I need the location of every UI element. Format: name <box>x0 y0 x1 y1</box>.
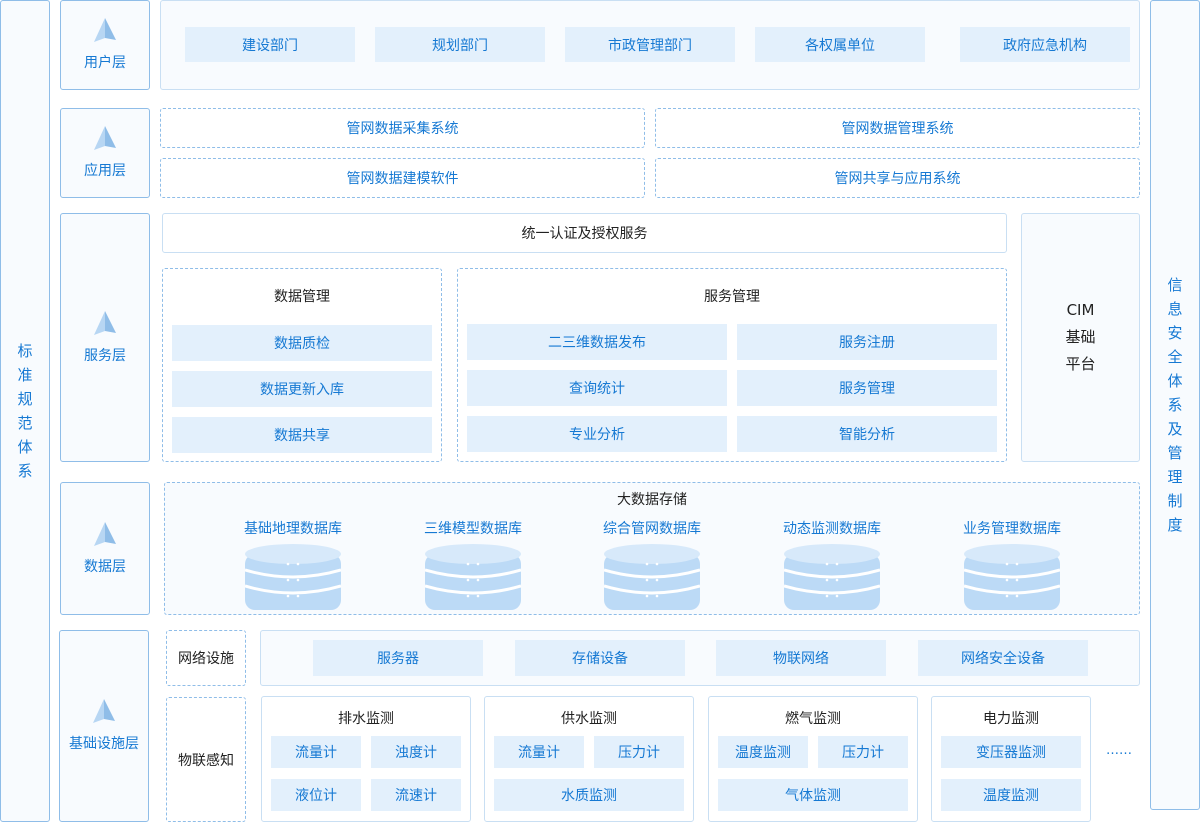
app-system: 管网共享与应用系统 <box>655 158 1140 198</box>
database-icon <box>425 544 521 610</box>
database-label: 动态监测数据库 <box>783 521 881 537</box>
cim-line: CIM <box>1066 301 1095 319</box>
side-char: 制 <box>1167 492 1183 510</box>
side-char: 安 <box>1167 324 1183 342</box>
data-management-title: 数据管理 <box>274 289 330 305</box>
database: 三维模型数据库 <box>413 518 533 614</box>
network-item: 物联网络 <box>716 640 886 676</box>
layer-label: 数据层 <box>84 558 126 575</box>
monitoring-item: 水质监测 <box>494 779 684 811</box>
side-char: 管 <box>1167 444 1183 462</box>
user-unit: 政府应急机构 <box>960 27 1130 62</box>
standards-system-panel: 标 准 规 范 体 系 <box>0 0 50 822</box>
database-label: 三维模型数据库 <box>424 521 522 537</box>
user-unit: 各权属单位 <box>755 27 925 62</box>
database-icon <box>604 544 700 610</box>
monitoring-item: 液位计 <box>271 779 361 811</box>
data-management-item: 数据质检 <box>172 325 432 361</box>
monitoring-item: 气体监测 <box>718 779 908 811</box>
database-label: 综合管网数据库 <box>603 521 701 537</box>
pyramid-icon <box>94 521 116 546</box>
cim-line: 基础 <box>1065 328 1096 346</box>
pyramid-icon <box>94 126 116 150</box>
monitoring-item: 变压器监测 <box>941 736 1081 768</box>
monitoring-item: 浊度计 <box>371 736 461 768</box>
side-char: 及 <box>1167 420 1183 438</box>
service-management-item: 二三维数据发布 <box>467 324 727 360</box>
layer-data: 数据层 <box>60 482 150 615</box>
layer-user: 用户层 <box>60 0 150 90</box>
layer-label: 基础设施层 <box>69 736 139 752</box>
monitoring-item: 流量计 <box>494 736 584 768</box>
monitoring-item: 压力计 <box>594 736 684 768</box>
service-management-item: 服务管理 <box>737 370 997 406</box>
database-label: 基础地理数据库 <box>244 521 342 537</box>
big-data-storage-title: 大数据存储 <box>617 492 687 508</box>
data-management-item: 数据共享 <box>172 417 432 453</box>
database-icon <box>964 544 1060 610</box>
side-char: 系 <box>17 462 33 480</box>
database: 业务管理数据库 <box>952 518 1072 614</box>
security-system-panel: 信 息 安 全 体 系 及 管 理 制 度 <box>1150 0 1200 810</box>
app-system: 管网数据建模软件 <box>160 158 645 198</box>
side-char: 体 <box>17 438 33 456</box>
auth-service: 统一认证及授权服务 <box>162 213 1007 253</box>
monitoring-title: 燃气监测 <box>785 711 841 727</box>
service-management-item: 专业分析 <box>467 416 727 452</box>
network-item: 存储设备 <box>515 640 685 676</box>
monitoring-title: 电力监测 <box>983 711 1039 727</box>
monitoring-item: 温度监测 <box>941 779 1081 811</box>
pyramid-icon <box>94 18 116 42</box>
layer-service: 服务层 <box>60 213 150 462</box>
user-unit: 规划部门 <box>375 27 545 62</box>
app-system: 管网数据采集系统 <box>160 108 645 148</box>
iot-sensing-label: 物联感知 <box>166 697 246 822</box>
service-management-title: 服务管理 <box>704 289 760 305</box>
monitoring-item: 流量计 <box>271 736 361 768</box>
service-management-item: 智能分析 <box>737 416 997 452</box>
layer-label: 用户层 <box>84 55 126 71</box>
pyramid-icon <box>94 310 116 335</box>
monitoring-title: 排水监测 <box>338 711 394 727</box>
data-management-item: 数据更新入库 <box>172 371 432 407</box>
user-unit: 市政管理部门 <box>565 27 735 62</box>
database-label: 业务管理数据库 <box>963 521 1061 537</box>
network-item: 服务器 <box>313 640 483 676</box>
side-char: 信 <box>1167 276 1183 294</box>
layer-app: 应用层 <box>60 108 150 198</box>
side-char: 息 <box>1167 300 1183 318</box>
layer-infra: 基础设施层 <box>59 630 149 822</box>
side-char: 系 <box>1167 396 1183 414</box>
layer-label: 服务层 <box>84 347 126 364</box>
database: 基础地理数据库 <box>233 518 353 614</box>
monitoring-item: 压力计 <box>818 736 908 768</box>
more-ellipsis: …… <box>1106 742 1132 758</box>
monitoring-item: 温度监测 <box>718 736 808 768</box>
side-char: 体 <box>1167 372 1183 390</box>
database: 综合管网数据库 <box>592 518 712 614</box>
user-unit: 建设部门 <box>185 27 355 62</box>
side-char: 范 <box>17 414 33 432</box>
pyramid-icon <box>93 699 115 723</box>
database-icon <box>784 544 880 610</box>
monitoring-item: 流速计 <box>371 779 461 811</box>
side-char: 准 <box>17 366 33 384</box>
service-management-item: 查询统计 <box>467 370 727 406</box>
cim-platform: CIM 基础 平台 <box>1021 213 1140 462</box>
database-icon <box>245 544 341 610</box>
side-char: 规 <box>17 390 33 408</box>
network-facility-label: 网络设施 <box>166 630 246 686</box>
side-char: 全 <box>1167 348 1183 366</box>
layer-label: 应用层 <box>84 163 126 179</box>
service-management-item: 服务注册 <box>737 324 997 360</box>
network-item: 网络安全设备 <box>918 640 1088 676</box>
side-char: 理 <box>1167 468 1183 486</box>
side-char: 度 <box>1167 516 1183 534</box>
app-system: 管网数据管理系统 <box>655 108 1140 148</box>
side-char: 标 <box>17 342 33 360</box>
database: 动态监测数据库 <box>772 518 892 614</box>
cim-line: 平台 <box>1065 355 1096 373</box>
monitoring-title: 供水监测 <box>561 711 617 727</box>
